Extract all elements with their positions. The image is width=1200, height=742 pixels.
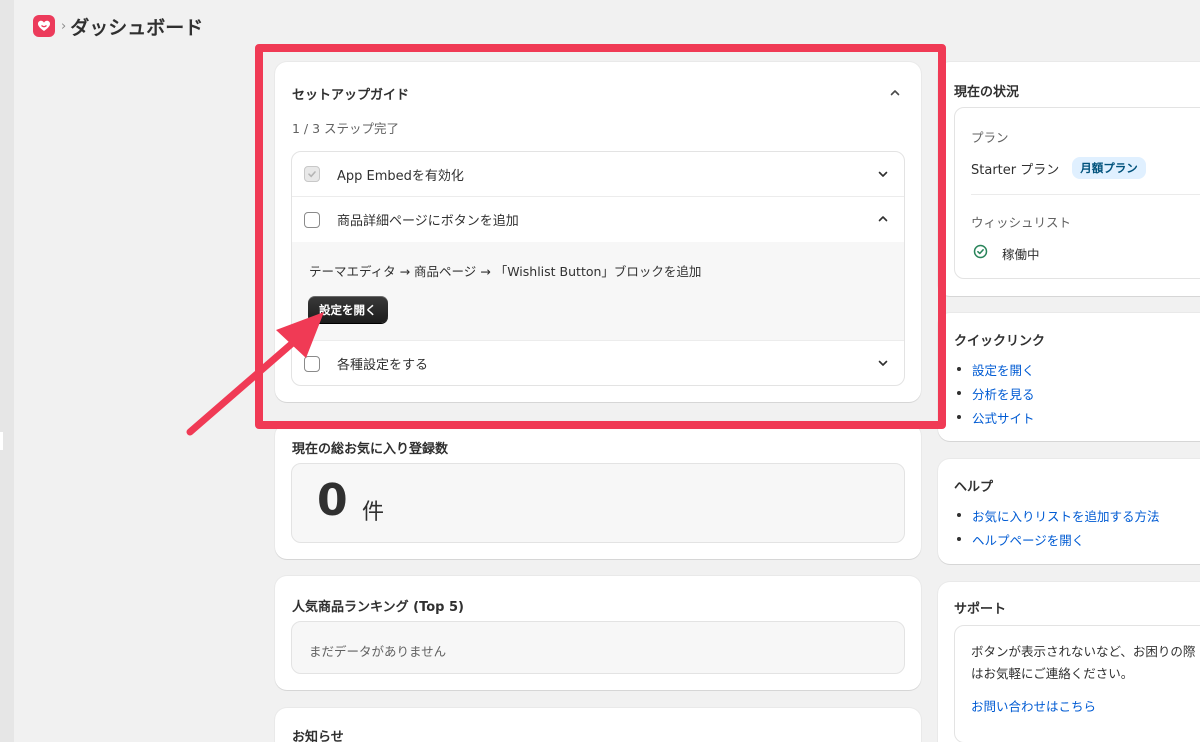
link-help-page[interactable]: ヘルプページを開く [972,530,1084,549]
favorites-count-card: 現在の総お気に入り登録数 0 件 [275,424,921,559]
page-title: ダッシュボード [70,16,204,39]
support-card: サポート ボタンが表示されないなど、お困りの際 はお気軽にご連絡ください。 お問… [938,582,1200,742]
link-view-analytics[interactable]: 分析を見る [972,384,1035,403]
list-item: 設定を開く [954,357,1035,381]
contact-link[interactable]: お問い合わせはこちら [971,696,1096,715]
plan-badge: 月額プラン [1072,157,1146,179]
plan-row: Starter プラン 月額プラン [971,157,1146,179]
left-sidebar-edge [0,0,14,742]
ranking-empty-text: まだデータがありません [309,644,447,659]
link-open-settings[interactable]: 設定を開く [972,360,1035,379]
favorites-title: 現在の総お気に入り登録数 [292,442,449,457]
bullet [957,537,961,541]
favorites-count-value: 0 [317,475,348,526]
breadcrumb: › ダッシュボード [33,12,203,40]
help-links-list: お気に入りリストを追加する方法 ヘルプページを開く [954,503,1160,551]
divider [971,194,1200,195]
product-ranking-card: 人気商品ランキング (Top 5) まだデータがありません [275,576,921,690]
help-title: ヘルプ [954,480,994,495]
status-title: 現在の状況 [954,85,1020,100]
list-item: 公式サイト [954,405,1035,429]
bullet [957,367,961,371]
link-how-to-add-list[interactable]: お気に入りリストを追加する方法 [972,506,1160,525]
app-heart-logo-icon[interactable] [33,15,55,37]
support-panel: ボタンが表示されないなど、お困りの際 はお気軽にご連絡ください。 お問い合わせは… [954,625,1200,742]
wishlist-heading: ウィッシュリスト [971,215,1072,230]
quick-links-list: 設定を開く 分析を見る 公式サイト [954,357,1035,429]
news-title: お知らせ [292,730,344,742]
support-text-line1: ボタンが表示されないなど、お困りの際 [971,644,1196,659]
list-item: ヘルプページを開く [954,527,1160,551]
support-text: ボタンが表示されないなど、お困りの際 はお気軽にご連絡ください。 [971,641,1200,685]
status-card: 現在の状況 プラン Starter プラン 月額プラン ウィッシュリスト 稼働中 [938,62,1200,296]
check-circle-icon [973,244,988,263]
breadcrumb-separator: › [61,18,67,34]
quick-links-title: クイックリンク [954,334,1046,349]
help-card: ヘルプ お気に入りリストを追加する方法 ヘルプページを開く [938,459,1200,564]
plan-heading: プラン [971,130,1009,145]
bullet [957,415,961,419]
news-card: お知らせ [275,708,921,742]
bullet [957,391,961,395]
plan-name: Starter プラン [971,162,1060,178]
favorites-count-box: 0 件 [291,463,905,543]
wishlist-status-text: 稼働中 [1002,247,1040,262]
ranking-empty-box: まだデータがありません [291,621,905,674]
status-panel: プラン Starter プラン 月額プラン ウィッシュリスト 稼働中 [954,107,1200,279]
bullet [957,513,961,517]
quick-links-card: クイックリンク 設定を開く 分析を見る 公式サイト [938,313,1200,441]
wishlist-status-row: 稼働中 [973,244,1040,263]
annotation-highlight-box [255,44,946,429]
favorites-count-unit: 件 [362,500,385,525]
list-item: お気に入りリストを追加する方法 [954,503,1160,527]
ranking-title: 人気商品ランキング (Top 5) [292,600,464,615]
sidebar-marker [0,432,3,450]
support-text-line2: はお気軽にご連絡ください。 [971,666,1134,681]
list-item: 分析を見る [954,381,1035,405]
link-official-site[interactable]: 公式サイト [972,408,1035,427]
support-title: サポート [954,602,1007,617]
